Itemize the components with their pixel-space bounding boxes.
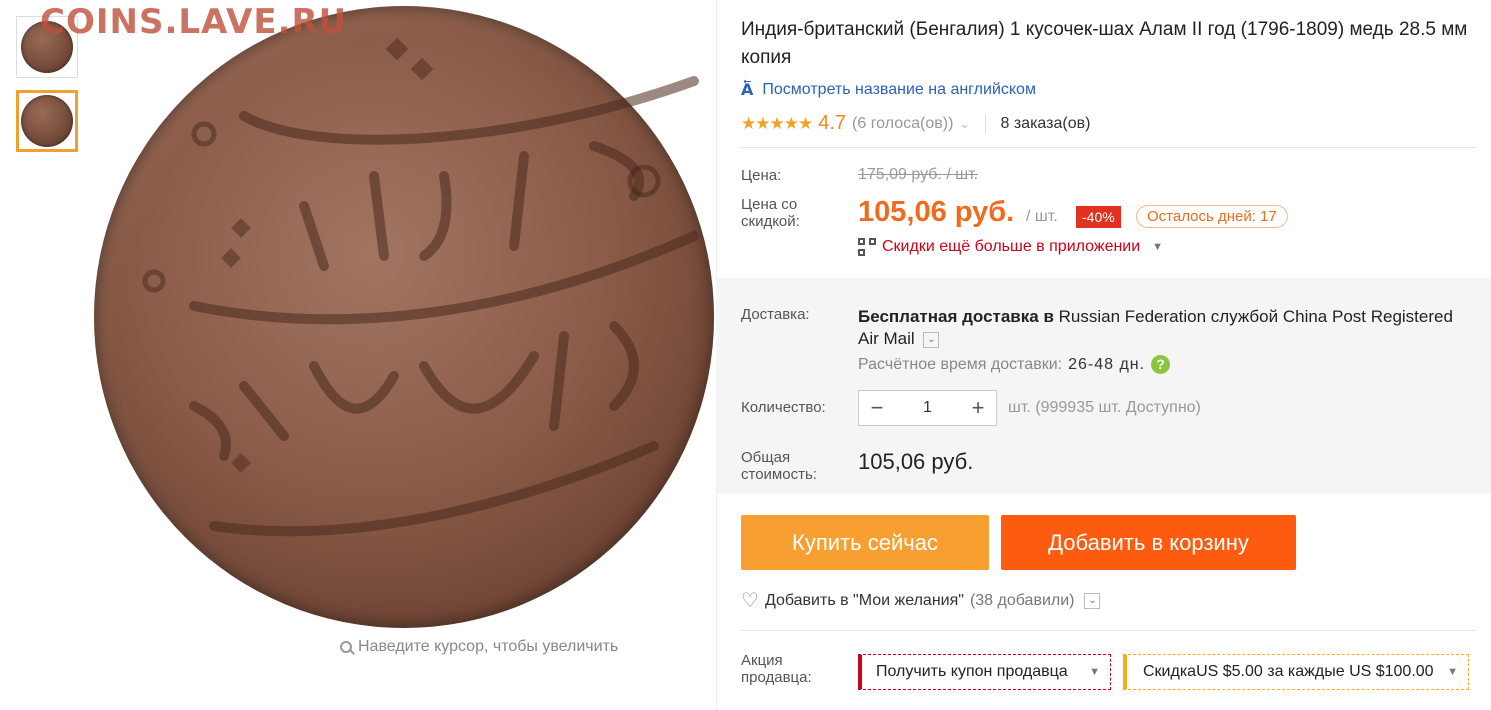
delivery-time-value: 26-48 дн. [1068,355,1146,373]
seller-promo-label-line2: продавца: [741,669,812,686]
decrease-quantity-button[interactable]: − [859,391,895,425]
price-label: Цена: [741,167,782,184]
days-left-badge: Осталось дней: 17 [1136,205,1288,228]
shipping-dropdown-icon[interactable]: ⌄ [923,331,940,348]
help-icon[interactable]: ? [1151,355,1171,374]
shipping-method: Бесплатная доставка в Russian Federation… [858,306,1476,350]
store-discount-button[interactable]: Скидка US $5.00 за каждые US $100.00 ▼ [1123,654,1469,690]
caret-down-icon[interactable]: ▼ [1152,241,1163,253]
quantity-label: Количество: [741,399,826,416]
old-price: 175,09 руб. / шт. [858,166,979,183]
shipping-label: Доставка: [741,306,810,323]
store-discount-threshold: US $100.00 [1349,663,1434,680]
coin-image [94,6,714,628]
discount-price-label: Цена со скидкой: [741,196,800,230]
translate-link[interactable]: A⃖ Посмотреть название на английском [741,80,1036,100]
qr-code-icon [858,238,876,256]
magnifier-icon [340,641,352,653]
wishlist-count: (38 добавили) [969,591,1075,609]
zoom-hint: Наведите курсор, чтобы увеличить [340,638,618,656]
heart-plus-icon: ♡ [741,590,759,612]
store-discount-amount: US $5.00 [1196,663,1263,680]
add-to-cart-button[interactable]: Добавить в корзину [1001,515,1296,570]
quantity-stepper: − 1 + [858,390,997,426]
app-promo[interactable]: Скидки ещё больше в приложении ▼ [858,238,1163,256]
translate-link-text[interactable]: Посмотреть название на английском [762,81,1036,99]
delivery-time-label: Расчётное время доставки: [858,355,1063,373]
total-label: Общая стоимость: [741,449,817,483]
caret-down-icon: ▼ [1089,666,1100,678]
translate-icon: A⃖ [741,82,753,99]
app-promo-text[interactable]: Скидки ещё больше в приложении [882,238,1140,256]
rating-row: ★★★★★ 4.7 (6 голоса(ов)) ⌄ 8 заказа(ов) [741,112,1090,135]
votes-count[interactable]: (6 голоса(ов)) [852,115,953,133]
main-product-image[interactable]: Наведите курсор, чтобы увеличить [88,0,718,655]
discount-badge: -40% [1076,206,1121,228]
current-price: 105,06 руб. [858,196,1015,228]
delivery-time: Расчётное время доставки: 26-48 дн. ? [858,355,1171,374]
seller-promo-label-line1: Акция [741,652,783,669]
per-unit: / шт. [1026,208,1058,225]
quantity-availability: шт. (999935 шт. Доступно) [1008,399,1201,416]
wishlist-dropdown-icon[interactable]: ⌄ [1084,592,1101,609]
total-label-line2: стоимость: [741,466,817,483]
wishlist-text[interactable]: Добавить в "Мои желания" [765,592,964,610]
coin-inscription-art [142,37,699,537]
discount-price-label-line2: скидкой: [741,213,800,230]
wishlist-link[interactable]: ♡ Добавить в "Мои желания" (38 добавили)… [741,588,1101,613]
shipping-free-text: Бесплатная доставка в [858,307,1054,326]
thumbnail-2-selected[interactable] [16,90,78,152]
seller-coupon-text: Получить купон продавца [876,663,1068,680]
separator [741,630,1477,631]
rating-stars-icon: ★★★★★ [741,113,813,133]
store-discount-mid: за каждые [1262,663,1350,680]
store-discount-prefix: Скидка [1143,663,1197,680]
watermark: COINS.LAVE.RU [40,2,348,42]
product-info-panel: Индия-британский (Бенгалия) 1 кусочек-ша… [716,0,1491,690]
orders-count: 8 заказа(ов) [1000,114,1091,132]
buy-now-button[interactable]: Купить сейчас [741,515,989,570]
zoom-hint-text: Наведите курсор, чтобы увеличить [358,638,619,655]
separator [741,147,1477,148]
rating-value: 4.7 [818,112,847,134]
increase-quantity-button[interactable]: + [960,391,996,425]
chevron-down-icon[interactable]: ⌄ [959,117,969,131]
seller-coupon-button[interactable]: Получить купон продавца ▼ [858,654,1111,690]
caret-down-icon: ▼ [1447,666,1458,678]
quantity-value[interactable]: 1 [923,399,932,417]
total-price: 105,06 руб. [858,449,974,474]
total-label-line1: Общая [741,449,791,466]
product-page: COINS.LAVE.RU Наведите курсор, чтобы уве… [0,0,1491,710]
divider [985,114,987,133]
coin-thumbnail-image [21,95,73,147]
discount-price-label-line1: Цена со [741,196,798,213]
product-title: Индия-британский (Бенгалия) 1 кусочек-ша… [741,19,1468,68]
seller-promo-label: Акция продавца: [741,652,812,686]
